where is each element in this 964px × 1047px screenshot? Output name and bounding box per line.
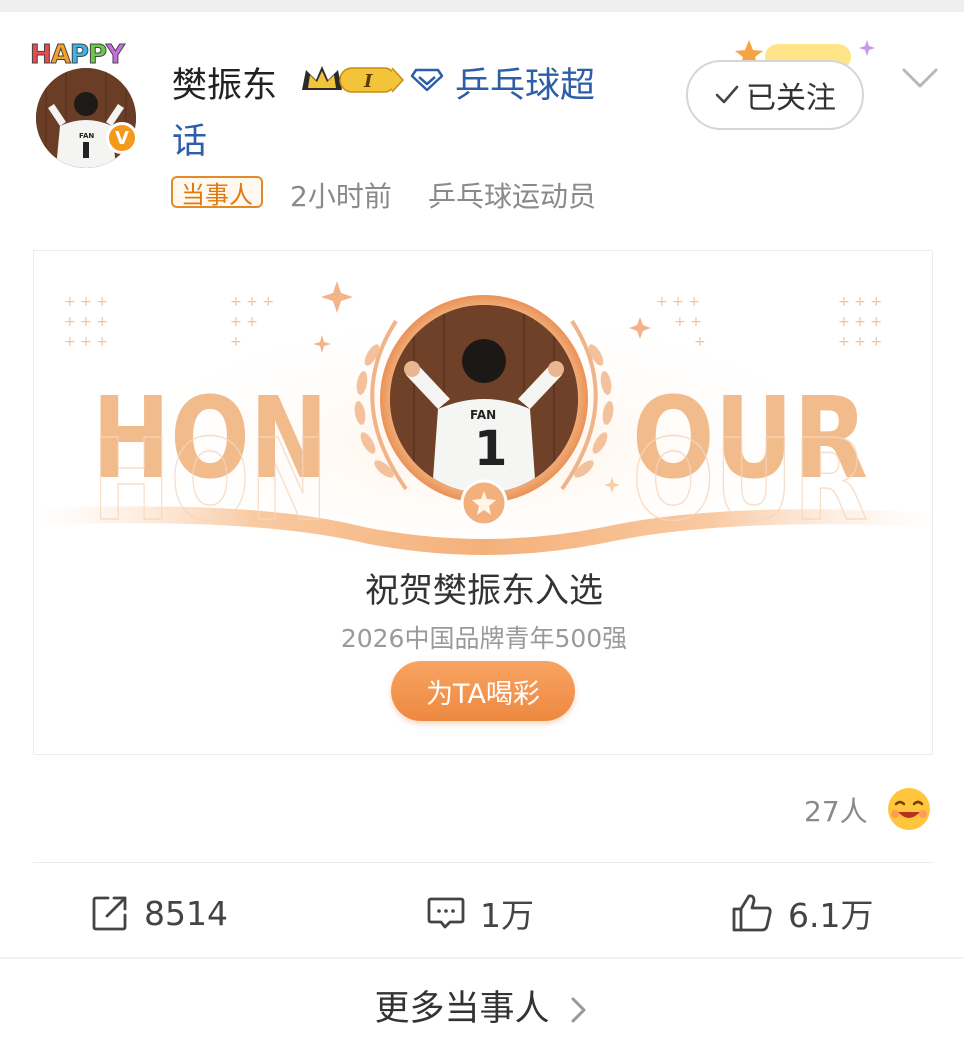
author-avatar-group[interactable]: HAPPY FAN V bbox=[30, 40, 150, 168]
cheer-button[interactable]: 为TA喝彩 bbox=[391, 661, 575, 721]
svg-text:+: + bbox=[694, 334, 706, 350]
post-time: 2小时前 bbox=[290, 180, 392, 213]
author-name[interactable]: 樊振东 bbox=[172, 57, 277, 108]
diamond-icon bbox=[410, 68, 444, 92]
svg-text:+ + +: + + + bbox=[656, 294, 700, 310]
svg-text:+ + +: + + + bbox=[838, 334, 882, 350]
share-count: 8514 bbox=[144, 893, 228, 933]
comment-count: 1万 bbox=[480, 896, 534, 935]
share-button[interactable]: 8514 bbox=[90, 888, 228, 938]
verified-badge-icon: V bbox=[106, 122, 138, 154]
svg-text:I: I bbox=[363, 71, 373, 92]
more-participants-link[interactable]: 更多当事人 bbox=[0, 980, 964, 1031]
chevron-down-icon[interactable] bbox=[900, 64, 940, 94]
follow-button-label: 已关注 bbox=[746, 81, 836, 116]
svg-text:HON: HON bbox=[92, 416, 328, 546]
comment-icon bbox=[427, 897, 465, 929]
svg-text:+ + +: + + + bbox=[64, 314, 108, 330]
author-role: 乒乓球运动员 bbox=[428, 180, 597, 213]
avatar-happy-badge: HAPPY bbox=[30, 40, 126, 71]
svg-text:+ + +: + + + bbox=[230, 294, 274, 310]
honour-card[interactable]: + + + + + + + + + + + + + + + + + + + + + + +… bbox=[33, 250, 933, 755]
reaction-count[interactable]: 27人 bbox=[804, 790, 868, 830]
svg-text:+ + +: + + + bbox=[64, 294, 108, 310]
follow-button[interactable]: 已关注 bbox=[686, 60, 864, 130]
svg-text:+: + bbox=[230, 334, 242, 350]
chevron-right-icon bbox=[571, 997, 585, 1023]
more-participants-label: 更多当事人 bbox=[374, 989, 550, 1029]
crown-level-icon: I bbox=[302, 66, 404, 93]
svg-text:FAN: FAN bbox=[470, 408, 496, 422]
svg-text:+ +: + + bbox=[230, 314, 258, 330]
section-separator bbox=[0, 957, 964, 959]
like-count: 6.1万 bbox=[788, 896, 874, 935]
thumbs-up-icon bbox=[732, 894, 772, 932]
svg-text:+ + +: + + + bbox=[838, 314, 882, 330]
svg-text:1: 1 bbox=[474, 421, 507, 477]
like-button[interactable]: 6.1万 bbox=[730, 888, 873, 938]
honour-title: 祝贺樊振东入选 bbox=[365, 571, 603, 611]
svg-text:+ +: + + bbox=[674, 314, 702, 330]
top-separator-strip bbox=[0, 0, 964, 12]
laughing-emoji-icon[interactable] bbox=[886, 786, 932, 832]
topic-link[interactable]: 乒乓球超 bbox=[455, 57, 595, 108]
svg-text:FAN: FAN bbox=[79, 132, 94, 140]
divider bbox=[33, 862, 933, 863]
honour-subtitle: 2026中国品牌青年500强 bbox=[340, 624, 628, 653]
status-badge: 当事人 bbox=[171, 176, 263, 209]
check-icon bbox=[715, 85, 739, 104]
topic-link-continued[interactable]: 话 bbox=[172, 113, 207, 164]
svg-text:OUR: OUR bbox=[632, 416, 868, 546]
svg-text:+ + +: + + + bbox=[838, 294, 882, 310]
comment-button[interactable]: 1万 bbox=[426, 888, 534, 938]
svg-text:+ + +: + + + bbox=[64, 334, 108, 350]
share-icon bbox=[92, 896, 127, 931]
